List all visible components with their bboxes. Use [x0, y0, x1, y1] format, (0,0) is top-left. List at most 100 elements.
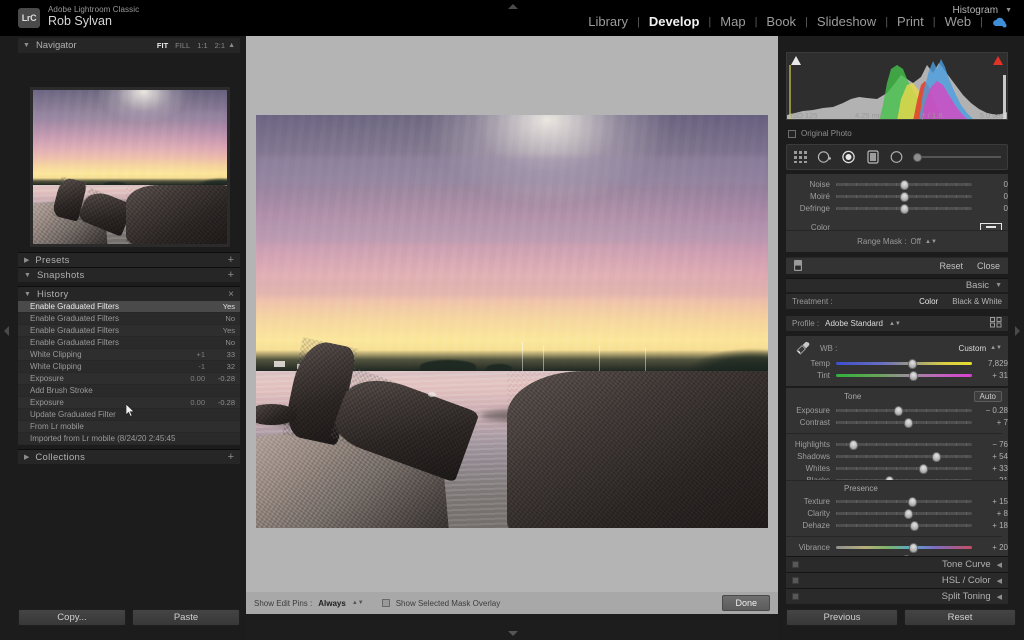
panel-switch-icon[interactable]: [792, 593, 799, 600]
original-photo-checkbox[interactable]: [788, 129, 796, 138]
navigator-preview[interactable]: [30, 87, 230, 247]
treatment-bw-option[interactable]: Black & White: [952, 297, 1002, 306]
mask-reset-button[interactable]: Reset: [939, 261, 963, 271]
tone-slider-row[interactable]: Contrast + 7: [786, 417, 1008, 428]
slider-track[interactable]: [836, 179, 972, 190]
history-row[interactable]: Enable Graduated Filters No: [18, 313, 240, 325]
tone-slider-row[interactable]: Whites + 33: [786, 463, 1008, 474]
panel-header-hsl-color[interactable]: HSL / Color ◀: [786, 572, 1008, 588]
zoom-level-fill[interactable]: FILL: [175, 41, 190, 50]
add-collection-icon[interactable]: +: [228, 451, 234, 463]
white-balance-slider-row[interactable]: Temp 7,829: [786, 358, 1008, 369]
mask-close-button[interactable]: Close: [977, 261, 1000, 271]
panel-header-tone-curve[interactable]: Tone Curve ◀: [786, 556, 1008, 572]
slider-knob[interactable]: [903, 508, 913, 519]
slider-track[interactable]: [836, 439, 972, 450]
amount-slider-track[interactable]: [922, 156, 1001, 158]
reset-button[interactable]: Reset: [904, 609, 1016, 626]
tone-slider-row[interactable]: Shadows + 54: [786, 451, 1008, 462]
updown-stepper-icon[interactable]: ▲: [228, 42, 235, 49]
highlight-clipping-indicator[interactable]: [993, 56, 1003, 65]
slider-track[interactable]: [836, 405, 972, 416]
paste-button[interactable]: Paste: [132, 609, 240, 626]
mask-slider-row[interactable]: Moiré 0: [786, 191, 1008, 202]
top-panel-collapse-icon[interactable]: [508, 4, 518, 9]
updown-stepper-icon[interactable]: ▲▼: [990, 345, 1002, 351]
white-balance-slider-row[interactable]: Tint + 31: [786, 370, 1008, 381]
slider-knob[interactable]: [918, 463, 928, 474]
history-row[interactable]: From Lr mobile: [18, 421, 240, 433]
slider-track[interactable]: [836, 542, 972, 553]
slider-knob[interactable]: [909, 542, 919, 553]
history-row[interactable]: Imported from Lr mobile (8/24/20 2:45:45…: [18, 433, 240, 445]
chevron-left-icon[interactable]: ◀: [997, 577, 1002, 585]
slider-knob[interactable]: [907, 496, 917, 507]
slider-knob[interactable]: [907, 358, 917, 369]
show-edit-pins-value[interactable]: Always: [318, 599, 346, 608]
slider-track[interactable]: [836, 370, 972, 381]
sidebar-item-history[interactable]: ▼ History ×: [18, 286, 240, 301]
mask-overlay-checkbox[interactable]: [381, 599, 390, 607]
chevron-down-icon[interactable]: ▼: [995, 282, 1002, 289]
history-row[interactable]: Exposure 0.00 -0.28: [18, 373, 240, 385]
mask-slider-row[interactable]: Noise 0: [786, 179, 1008, 190]
slider-track[interactable]: [836, 451, 972, 462]
module-library[interactable]: Library: [579, 14, 637, 29]
slider-knob[interactable]: [932, 451, 942, 462]
clear-history-icon[interactable]: ×: [228, 289, 234, 300]
mask-slider-row[interactable]: Defringe 0: [786, 203, 1008, 214]
white-balance-value[interactable]: Custom: [959, 344, 987, 353]
copy-button[interactable]: Copy...: [18, 609, 126, 626]
chevron-left-icon[interactable]: ◀: [997, 561, 1002, 569]
history-row[interactable]: Add Brush Stroke: [18, 385, 240, 397]
presence-slider-row[interactable]: Clarity + 8: [786, 508, 1008, 519]
original-photo-toggle[interactable]: Original Photo: [788, 129, 852, 138]
slider-knob[interactable]: [903, 417, 913, 428]
main-photo-container[interactable]: [256, 115, 768, 528]
profile-value[interactable]: Adobe Standard: [825, 319, 883, 328]
chevron-right-icon[interactable]: ▶: [24, 256, 29, 264]
navigator-disclosure-icon[interactable]: ▼: [23, 42, 30, 49]
slider-track[interactable]: [836, 191, 972, 202]
slider-knob[interactable]: [899, 203, 909, 214]
left-panel-collapse-icon[interactable]: [4, 326, 9, 336]
presence-slider-row[interactable]: Vibrance + 20: [786, 542, 1008, 553]
history-row[interactable]: Enable Graduated Filters Yes: [18, 325, 240, 337]
amount-slider[interactable]: [913, 152, 1001, 162]
module-develop[interactable]: Develop: [640, 14, 709, 29]
circle-mask-icon[interactable]: [889, 150, 904, 165]
sidebar-item-collections[interactable]: ▶ Collections +: [18, 449, 240, 464]
profile-grid-icon[interactable]: [990, 317, 1002, 330]
basic-panel-header[interactable]: Basic ▼: [786, 278, 1008, 292]
panel-switch-icon[interactable]: [792, 577, 799, 584]
presence-slider-row[interactable]: Dehaze + 18: [786, 520, 1008, 531]
panel-switch-icon[interactable]: [792, 561, 799, 568]
treatment-color-option[interactable]: Color: [919, 297, 938, 306]
zoom-level-1-1[interactable]: 1:1: [197, 41, 207, 50]
tone-slider-row[interactable]: Highlights − 76: [786, 439, 1008, 450]
chevron-right-icon[interactable]: ▶: [24, 453, 29, 461]
amount-slider-knob[interactable]: [913, 152, 922, 162]
slider-track[interactable]: [836, 508, 972, 519]
slider-knob[interactable]: [899, 191, 909, 202]
done-button[interactable]: Done: [722, 595, 770, 611]
slider-track[interactable]: [836, 358, 972, 369]
slider-knob[interactable]: [899, 179, 909, 190]
panel-header-split-toning[interactable]: Split Toning ◀: [786, 588, 1008, 604]
slider-track[interactable]: [836, 203, 972, 214]
add-preset-icon[interactable]: +: [228, 254, 234, 266]
histogram-header[interactable]: Histogram ▼: [782, 2, 1018, 18]
zoom-level-fit[interactable]: FIT: [157, 41, 168, 50]
slider-knob[interactable]: [910, 520, 920, 531]
slider-track[interactable]: [836, 496, 972, 507]
history-row[interactable]: White Clipping -1 32: [18, 361, 240, 373]
white-balance-eyedropper-icon[interactable]: [786, 340, 820, 356]
chevron-down-icon[interactable]: ▼: [1005, 7, 1012, 14]
slider-track[interactable]: [836, 417, 972, 428]
chevron-left-icon[interactable]: ◀: [997, 593, 1002, 601]
auto-tone-button[interactable]: Auto: [973, 391, 1002, 402]
add-snapshot-icon[interactable]: +: [228, 269, 234, 281]
sidebar-item-presets[interactable]: ▶ Presets +: [18, 252, 240, 267]
radial-filter-icon[interactable]: [841, 150, 856, 165]
slider-knob[interactable]: [909, 370, 919, 381]
